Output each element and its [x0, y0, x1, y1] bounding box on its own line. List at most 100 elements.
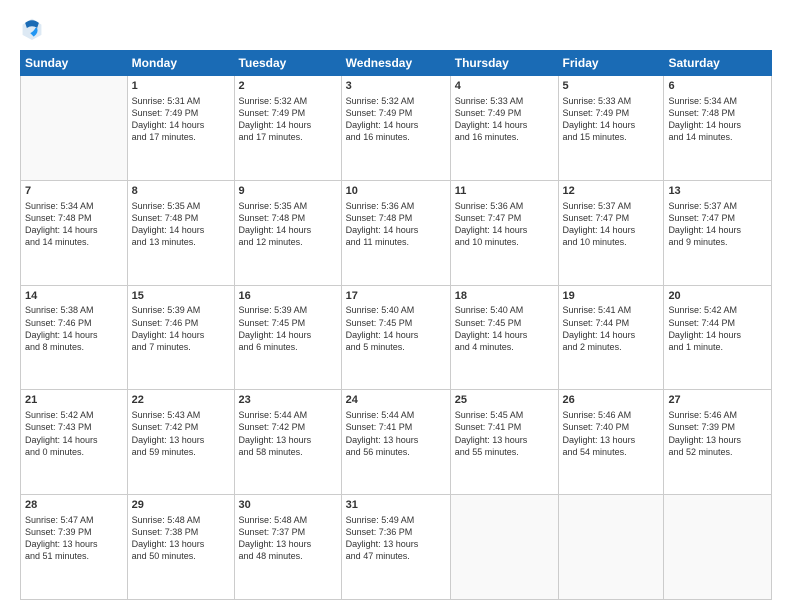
day-info: Sunrise: 5:43 AM Sunset: 7:42 PM Dayligh…: [132, 409, 230, 458]
calendar-cell: 1Sunrise: 5:31 AM Sunset: 7:49 PM Daylig…: [127, 76, 234, 181]
calendar-cell: 12Sunrise: 5:37 AM Sunset: 7:47 PM Dayli…: [558, 180, 664, 285]
day-number: 28: [25, 498, 123, 513]
calendar-cell: 30Sunrise: 5:48 AM Sunset: 7:37 PM Dayli…: [234, 495, 341, 600]
calendar-cell: [21, 76, 128, 181]
day-number: 17: [346, 289, 446, 304]
day-number: 15: [132, 289, 230, 304]
day-number: 4: [455, 79, 554, 94]
day-info: Sunrise: 5:42 AM Sunset: 7:43 PM Dayligh…: [25, 409, 123, 458]
day-number: 29: [132, 498, 230, 513]
page: SundayMondayTuesdayWednesdayThursdayFrid…: [0, 0, 792, 612]
day-number: 5: [563, 79, 660, 94]
week-row-2: 7Sunrise: 5:34 AM Sunset: 7:48 PM Daylig…: [21, 180, 772, 285]
day-number: 2: [239, 79, 337, 94]
day-number: 27: [668, 393, 767, 408]
calendar-table: SundayMondayTuesdayWednesdayThursdayFrid…: [20, 50, 772, 600]
day-info: Sunrise: 5:40 AM Sunset: 7:45 PM Dayligh…: [455, 304, 554, 353]
day-number: 10: [346, 184, 446, 199]
calendar-cell: 17Sunrise: 5:40 AM Sunset: 7:45 PM Dayli…: [341, 285, 450, 390]
day-number: 20: [668, 289, 767, 304]
day-number: 3: [346, 79, 446, 94]
day-info: Sunrise: 5:46 AM Sunset: 7:40 PM Dayligh…: [563, 409, 660, 458]
weekday-header-monday: Monday: [127, 51, 234, 76]
calendar-cell: 20Sunrise: 5:42 AM Sunset: 7:44 PM Dayli…: [664, 285, 772, 390]
weekday-header-row: SundayMondayTuesdayWednesdayThursdayFrid…: [21, 51, 772, 76]
day-info: Sunrise: 5:38 AM Sunset: 7:46 PM Dayligh…: [25, 304, 123, 353]
day-number: 13: [668, 184, 767, 199]
calendar-cell: 23Sunrise: 5:44 AM Sunset: 7:42 PM Dayli…: [234, 390, 341, 495]
day-info: Sunrise: 5:48 AM Sunset: 7:38 PM Dayligh…: [132, 514, 230, 563]
weekday-header-sunday: Sunday: [21, 51, 128, 76]
calendar-cell: [664, 495, 772, 600]
calendar-cell: 31Sunrise: 5:49 AM Sunset: 7:36 PM Dayli…: [341, 495, 450, 600]
day-info: Sunrise: 5:44 AM Sunset: 7:41 PM Dayligh…: [346, 409, 446, 458]
day-info: Sunrise: 5:45 AM Sunset: 7:41 PM Dayligh…: [455, 409, 554, 458]
day-number: 9: [239, 184, 337, 199]
calendar-cell: 26Sunrise: 5:46 AM Sunset: 7:40 PM Dayli…: [558, 390, 664, 495]
day-info: Sunrise: 5:40 AM Sunset: 7:45 PM Dayligh…: [346, 304, 446, 353]
calendar-cell: 7Sunrise: 5:34 AM Sunset: 7:48 PM Daylig…: [21, 180, 128, 285]
calendar-cell: 28Sunrise: 5:47 AM Sunset: 7:39 PM Dayli…: [21, 495, 128, 600]
week-row-4: 21Sunrise: 5:42 AM Sunset: 7:43 PM Dayli…: [21, 390, 772, 495]
week-row-3: 14Sunrise: 5:38 AM Sunset: 7:46 PM Dayli…: [21, 285, 772, 390]
calendar-cell: 29Sunrise: 5:48 AM Sunset: 7:38 PM Dayli…: [127, 495, 234, 600]
calendar-cell: 22Sunrise: 5:43 AM Sunset: 7:42 PM Dayli…: [127, 390, 234, 495]
day-number: 6: [668, 79, 767, 94]
calendar-cell: 6Sunrise: 5:34 AM Sunset: 7:48 PM Daylig…: [664, 76, 772, 181]
day-number: 11: [455, 184, 554, 199]
day-info: Sunrise: 5:48 AM Sunset: 7:37 PM Dayligh…: [239, 514, 337, 563]
day-info: Sunrise: 5:42 AM Sunset: 7:44 PM Dayligh…: [668, 304, 767, 353]
calendar-cell: [450, 495, 558, 600]
day-number: 31: [346, 498, 446, 513]
day-info: Sunrise: 5:35 AM Sunset: 7:48 PM Dayligh…: [132, 200, 230, 249]
day-number: 16: [239, 289, 337, 304]
week-row-1: 1Sunrise: 5:31 AM Sunset: 7:49 PM Daylig…: [21, 76, 772, 181]
calendar-cell: 13Sunrise: 5:37 AM Sunset: 7:47 PM Dayli…: [664, 180, 772, 285]
day-info: Sunrise: 5:34 AM Sunset: 7:48 PM Dayligh…: [25, 200, 123, 249]
day-number: 30: [239, 498, 337, 513]
day-number: 26: [563, 393, 660, 408]
day-info: Sunrise: 5:37 AM Sunset: 7:47 PM Dayligh…: [563, 200, 660, 249]
day-number: 24: [346, 393, 446, 408]
day-info: Sunrise: 5:34 AM Sunset: 7:48 PM Dayligh…: [668, 95, 767, 144]
weekday-header-thursday: Thursday: [450, 51, 558, 76]
calendar-cell: 21Sunrise: 5:42 AM Sunset: 7:43 PM Dayli…: [21, 390, 128, 495]
calendar-cell: 18Sunrise: 5:40 AM Sunset: 7:45 PM Dayli…: [450, 285, 558, 390]
weekday-header-friday: Friday: [558, 51, 664, 76]
calendar-cell: 27Sunrise: 5:46 AM Sunset: 7:39 PM Dayli…: [664, 390, 772, 495]
calendar-cell: 16Sunrise: 5:39 AM Sunset: 7:45 PM Dayli…: [234, 285, 341, 390]
day-number: 19: [563, 289, 660, 304]
calendar-cell: 5Sunrise: 5:33 AM Sunset: 7:49 PM Daylig…: [558, 76, 664, 181]
calendar-cell: 4Sunrise: 5:33 AM Sunset: 7:49 PM Daylig…: [450, 76, 558, 181]
day-info: Sunrise: 5:31 AM Sunset: 7:49 PM Dayligh…: [132, 95, 230, 144]
day-info: Sunrise: 5:36 AM Sunset: 7:48 PM Dayligh…: [346, 200, 446, 249]
day-info: Sunrise: 5:33 AM Sunset: 7:49 PM Dayligh…: [455, 95, 554, 144]
day-info: Sunrise: 5:33 AM Sunset: 7:49 PM Dayligh…: [563, 95, 660, 144]
calendar-cell: 3Sunrise: 5:32 AM Sunset: 7:49 PM Daylig…: [341, 76, 450, 181]
calendar-cell: 2Sunrise: 5:32 AM Sunset: 7:49 PM Daylig…: [234, 76, 341, 181]
day-info: Sunrise: 5:49 AM Sunset: 7:36 PM Dayligh…: [346, 514, 446, 563]
day-number: 12: [563, 184, 660, 199]
day-info: Sunrise: 5:35 AM Sunset: 7:48 PM Dayligh…: [239, 200, 337, 249]
day-number: 7: [25, 184, 123, 199]
day-number: 25: [455, 393, 554, 408]
day-info: Sunrise: 5:32 AM Sunset: 7:49 PM Dayligh…: [346, 95, 446, 144]
day-number: 21: [25, 393, 123, 408]
logo: [20, 16, 48, 40]
day-info: Sunrise: 5:47 AM Sunset: 7:39 PM Dayligh…: [25, 514, 123, 563]
day-number: 8: [132, 184, 230, 199]
calendar-cell: 15Sunrise: 5:39 AM Sunset: 7:46 PM Dayli…: [127, 285, 234, 390]
calendar-cell: 19Sunrise: 5:41 AM Sunset: 7:44 PM Dayli…: [558, 285, 664, 390]
day-info: Sunrise: 5:41 AM Sunset: 7:44 PM Dayligh…: [563, 304, 660, 353]
week-row-5: 28Sunrise: 5:47 AM Sunset: 7:39 PM Dayli…: [21, 495, 772, 600]
day-number: 18: [455, 289, 554, 304]
calendar-cell: 14Sunrise: 5:38 AM Sunset: 7:46 PM Dayli…: [21, 285, 128, 390]
calendar-cell: 24Sunrise: 5:44 AM Sunset: 7:41 PM Dayli…: [341, 390, 450, 495]
day-info: Sunrise: 5:32 AM Sunset: 7:49 PM Dayligh…: [239, 95, 337, 144]
calendar-cell: 25Sunrise: 5:45 AM Sunset: 7:41 PM Dayli…: [450, 390, 558, 495]
weekday-header-saturday: Saturday: [664, 51, 772, 76]
day-number: 23: [239, 393, 337, 408]
header: [20, 16, 772, 40]
day-info: Sunrise: 5:44 AM Sunset: 7:42 PM Dayligh…: [239, 409, 337, 458]
day-info: Sunrise: 5:39 AM Sunset: 7:46 PM Dayligh…: [132, 304, 230, 353]
